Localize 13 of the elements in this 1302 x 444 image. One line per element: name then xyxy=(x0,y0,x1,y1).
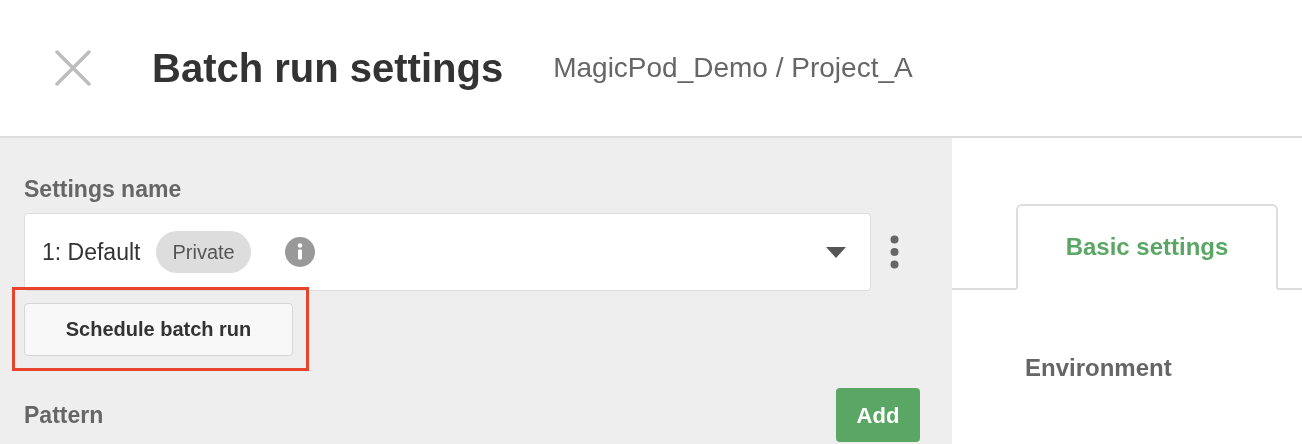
info-icon[interactable] xyxy=(284,237,315,267)
pattern-label: Pattern xyxy=(24,400,104,430)
environment-label: Environment xyxy=(1025,353,1173,383)
close-button[interactable] xyxy=(52,47,94,89)
caret-icon xyxy=(826,246,846,258)
page-title: Batch run settings xyxy=(152,48,504,88)
breadcrumb: MagicPod_Demo / Project_A xyxy=(553,54,913,82)
private-badge: Private xyxy=(156,231,251,273)
settings-name-label: Settings name xyxy=(24,178,183,201)
close-icon xyxy=(54,49,92,87)
more-icon[interactable] xyxy=(890,235,899,269)
schedule-button[interactable]: Schedule batch run xyxy=(24,302,293,356)
settings-select[interactable]: 1: Default Private xyxy=(24,213,871,291)
